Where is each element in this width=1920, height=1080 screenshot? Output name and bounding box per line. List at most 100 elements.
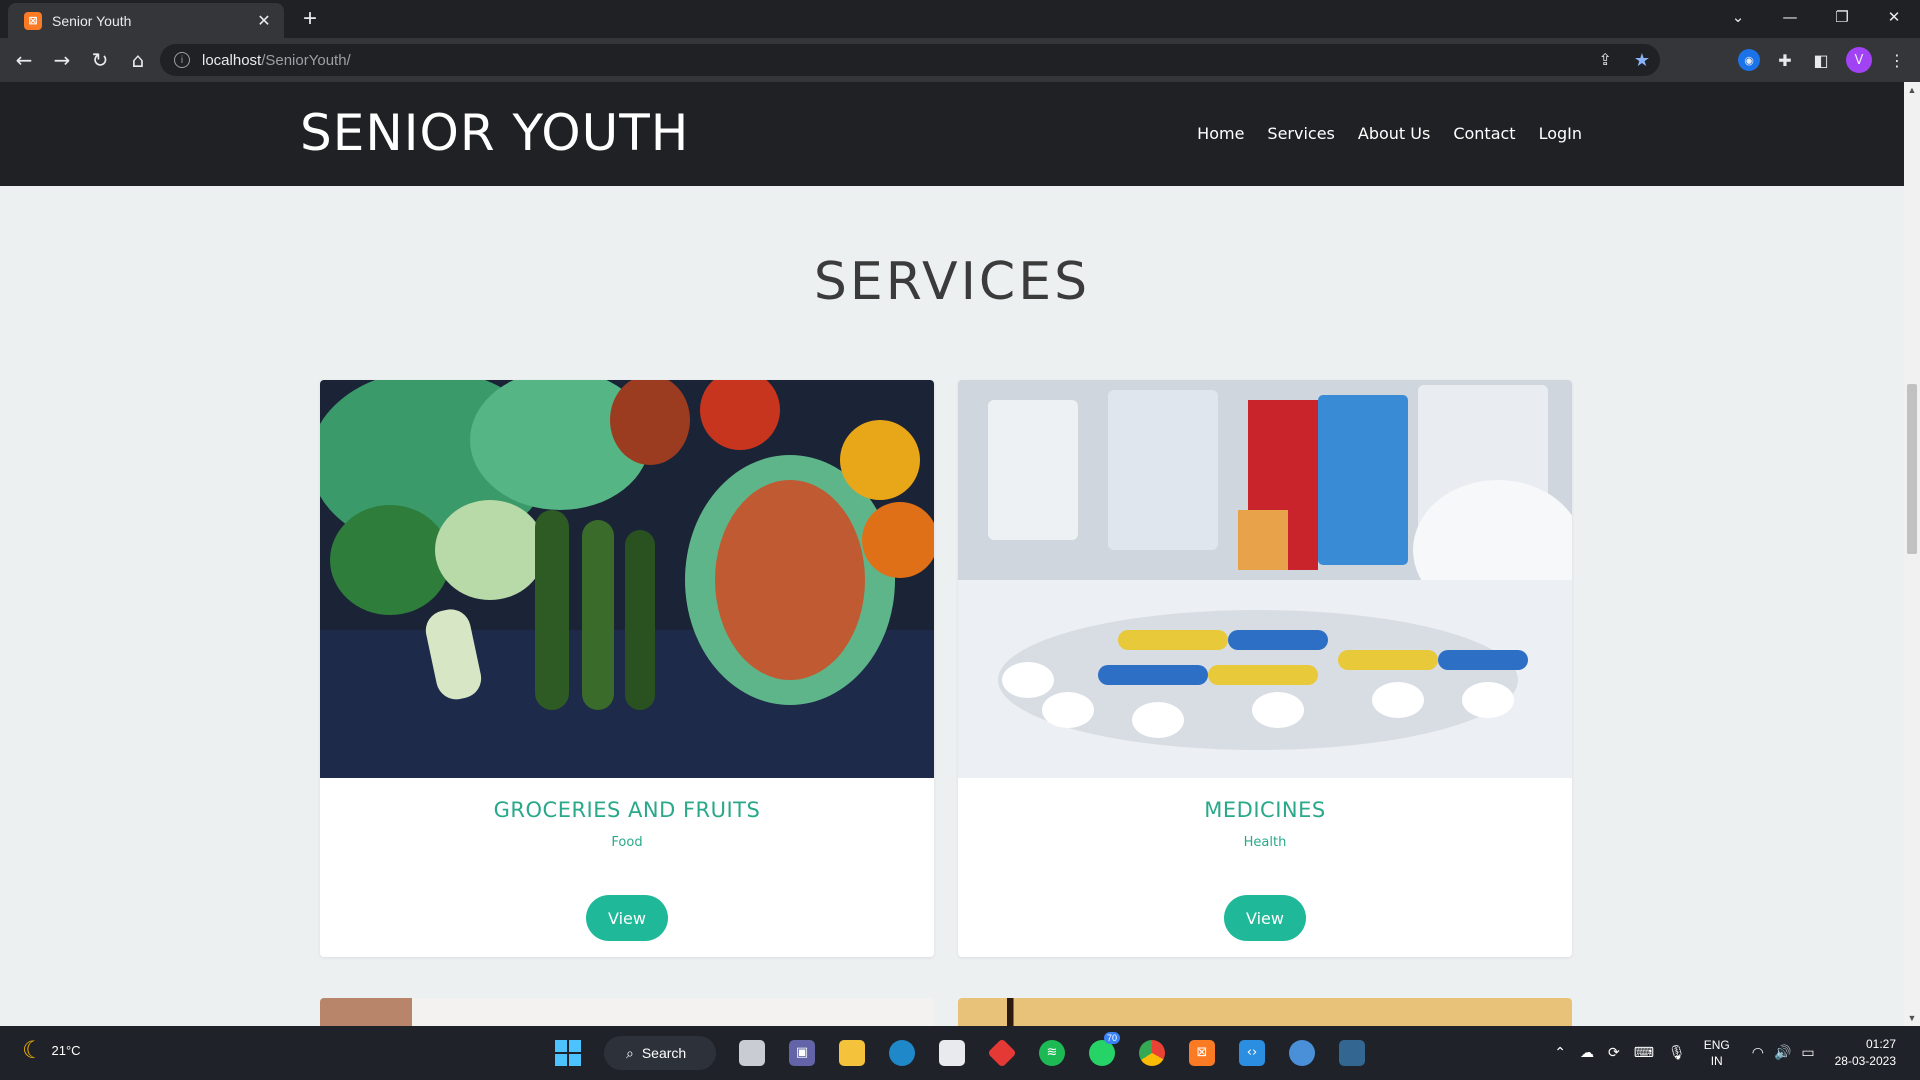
file-explorer-button[interactable]: [832, 1034, 872, 1072]
service-card-groceries: GROCERIES AND FRUITS Food View: [320, 380, 934, 957]
nav-contact-link[interactable]: Contact: [1453, 124, 1515, 143]
keyboard-icon[interactable]: ⌨: [1634, 1045, 1654, 1061]
site-info-icon[interactable]: i: [174, 52, 190, 68]
search-label: Search: [641, 1045, 687, 1061]
nav-home-link[interactable]: Home: [1197, 124, 1244, 143]
app-button-globe[interactable]: [1282, 1034, 1322, 1072]
home-button[interactable]: ⌂: [120, 42, 156, 78]
tray-icons: ⌃ ☁ ⟳ ⌨ 🎙: [1554, 1045, 1685, 1061]
tab-close-icon[interactable]: ✕: [254, 11, 274, 31]
vscode-icon: ‹›: [1239, 1040, 1265, 1066]
weather-widget[interactable]: ☾ 21°C: [22, 1036, 81, 1065]
vegetables-photo: [320, 380, 934, 778]
volume-icon: 🔊: [1773, 1045, 1792, 1061]
profile-avatar[interactable]: V: [1846, 47, 1872, 73]
forward-button[interactable]: →: [44, 42, 80, 78]
xampp-button[interactable]: ⊠: [1182, 1034, 1222, 1072]
clock-date: 28-03-2023: [1834, 1054, 1896, 1068]
teams-button[interactable]: ▣: [782, 1034, 822, 1072]
back-button[interactable]: ←: [6, 42, 42, 78]
spotify-button[interactable]: ≋: [1032, 1034, 1072, 1072]
url-path: /SeniorYouth/: [261, 51, 351, 69]
card-title: GROCERIES AND FRUITS: [493, 798, 761, 822]
taskbar-apps: ⌕ Search ▣ ≋ 70 ⊠ ‹›: [548, 1032, 1372, 1072]
extensions-area: ◉ ✚ ◧ V ⋮: [1738, 44, 1908, 76]
chrome-button[interactable]: [1132, 1034, 1172, 1072]
view-button[interactable]: View: [1224, 895, 1306, 941]
wifi-icon: ◠: [1751, 1045, 1764, 1061]
chrome-icon: [1139, 1040, 1165, 1066]
site-header: SENIOR YOUTH Home Services About Us Cont…: [0, 82, 1904, 186]
globe-icon: [1289, 1040, 1315, 1066]
anydesk-button[interactable]: [982, 1034, 1022, 1072]
side-panel-icon[interactable]: ◧: [1810, 49, 1832, 71]
vscode-button[interactable]: ‹›: [1232, 1034, 1272, 1072]
tab-search-icon[interactable]: ⌄: [1712, 0, 1764, 34]
browser-tab[interactable]: ⊠ Senior Youth ✕: [8, 3, 284, 38]
browser-tabstrip: ⊠ Senior Youth ✕ + ⌄ — ❐ ✕: [0, 0, 1920, 38]
address-bar[interactable]: i localhost/SeniorYouth/ ⇪ ★: [160, 44, 1660, 76]
window-controls: ⌄ — ❐ ✕: [1712, 0, 1920, 34]
nav-services-link[interactable]: Services: [1267, 124, 1334, 143]
search-icon: ⌕: [626, 1044, 634, 1061]
sync-icon[interactable]: ⟳: [1608, 1045, 1620, 1061]
windows-logo-icon: [555, 1040, 581, 1066]
card-category: Health: [1243, 835, 1287, 850]
microphone-icon[interactable]: 🎙: [1668, 1045, 1686, 1061]
extension-icon[interactable]: ◉: [1738, 49, 1760, 71]
page-scrollbar[interactable]: ▲ ▼: [1904, 82, 1920, 1026]
site-logo[interactable]: SENIOR YOUTH: [300, 104, 689, 162]
scroll-down-arrow-icon[interactable]: ▼: [1904, 1010, 1920, 1026]
minimize-button[interactable]: —: [1764, 0, 1816, 34]
chevron-up-icon[interactable]: ⌃: [1554, 1045, 1566, 1061]
start-button[interactable]: [548, 1034, 588, 1072]
task-view-icon: [739, 1040, 765, 1066]
bookmark-star-icon[interactable]: ★: [1634, 50, 1650, 71]
clock-time: 01:27: [1865, 1037, 1896, 1051]
share-icon[interactable]: ⇪: [1598, 50, 1611, 70]
lang-region: IN: [1710, 1054, 1723, 1068]
nav-login-link[interactable]: LogIn: [1539, 124, 1582, 143]
page-viewport: SENIOR YOUTH Home Services About Us Cont…: [0, 82, 1904, 1026]
onedrive-cloud-icon[interactable]: ☁: [1580, 1045, 1594, 1061]
site-nav: Home Services About Us Contact LogIn: [1197, 124, 1582, 143]
quick-settings[interactable]: ◠ 🔊 ▭: [1752, 1045, 1815, 1061]
task-view-button[interactable]: [732, 1034, 772, 1072]
taskbar-search[interactable]: ⌕ Search: [604, 1036, 716, 1070]
scroll-up-arrow-icon[interactable]: ▲: [1904, 82, 1920, 98]
edge-icon: [889, 1040, 915, 1066]
service-card-peek-right: [958, 998, 1572, 1026]
anydesk-icon: [987, 1038, 1017, 1068]
lang-code: ENG: [1703, 1038, 1730, 1052]
restore-button[interactable]: ❐: [1816, 0, 1868, 34]
xampp-icon: ⊠: [1189, 1040, 1215, 1066]
clock[interactable]: 01:27 28-03-2023: [1835, 1036, 1896, 1070]
tab-title: Senior Youth: [52, 12, 132, 29]
nav-about-link[interactable]: About Us: [1358, 124, 1430, 143]
xampp-favicon-icon: ⊠: [24, 11, 42, 30]
language-indicator[interactable]: ENG IN: [1704, 1037, 1730, 1069]
edge-button[interactable]: [882, 1034, 922, 1072]
close-window-button[interactable]: ✕: [1868, 0, 1920, 34]
reload-button[interactable]: ↻: [82, 42, 118, 78]
omnibox-actions: ⇪ ★: [1598, 44, 1650, 76]
postgres-button[interactable]: [1332, 1034, 1372, 1072]
weather-temp: 21°C: [51, 1043, 81, 1058]
store-button[interactable]: [932, 1034, 972, 1072]
new-tab-button[interactable]: +: [296, 6, 324, 34]
card-category: Food: [611, 835, 643, 850]
menu-kebab-icon[interactable]: ⋮: [1886, 49, 1908, 71]
scroll-thumb[interactable]: [1907, 384, 1917, 554]
whatsapp-button[interactable]: 70: [1082, 1032, 1122, 1072]
card-title: MEDICINES: [1204, 798, 1326, 822]
pills-photo: [958, 380, 1572, 778]
view-button[interactable]: View: [586, 895, 668, 941]
store-icon: [939, 1040, 965, 1066]
service-card-peek-left: [320, 998, 934, 1026]
teams-icon: ▣: [789, 1040, 815, 1066]
spotify-icon: ≋: [1039, 1040, 1065, 1066]
service-card-medicines: MEDICINES Health View: [958, 380, 1572, 957]
puzzle-extensions-icon[interactable]: ✚: [1774, 49, 1796, 71]
section-title: SERVICES: [813, 252, 1091, 312]
taskbar: ☾ 21°C ⌕ Search ▣ ≋ 70 ⊠ ‹› ⌃ ☁ ⟳ ⌨ 🎙 EN…: [0, 1026, 1920, 1080]
